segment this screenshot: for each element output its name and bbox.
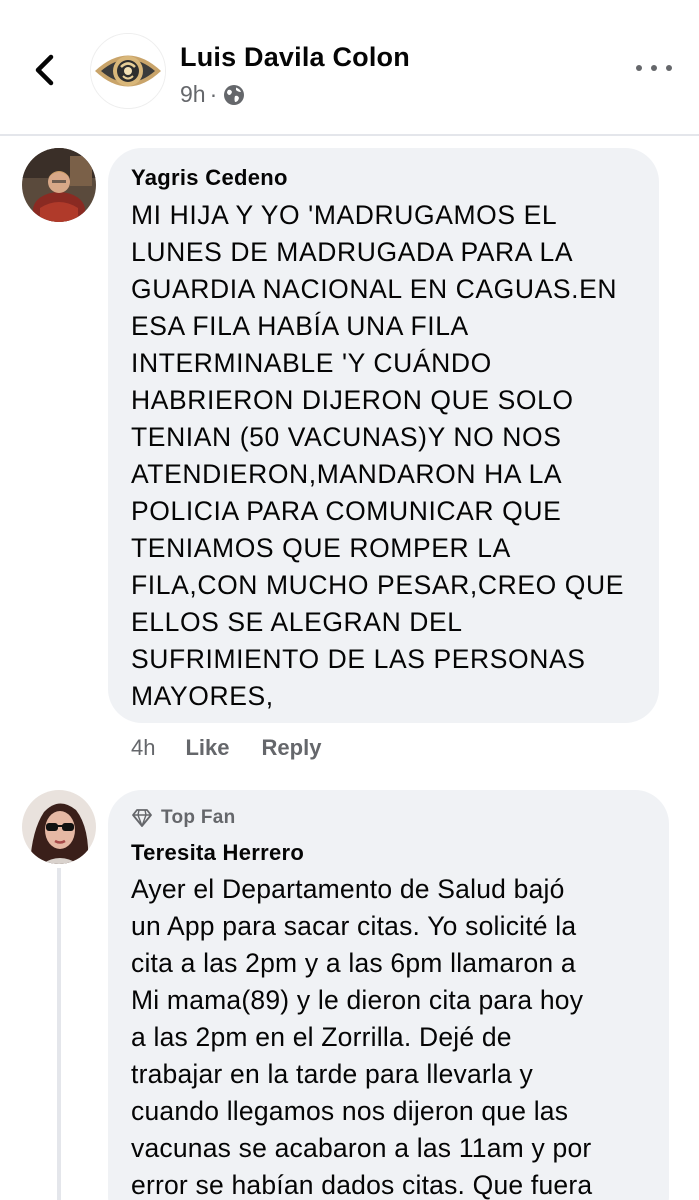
post-header: Luis Davila Colon 9h ·: [0, 0, 699, 134]
avatar-yagris-cedeno[interactable]: [22, 148, 96, 222]
top-fan-label: Top Fan: [161, 807, 236, 828]
comment-author[interactable]: Teresita Herrero: [131, 840, 304, 866]
more-dot: [651, 65, 657, 71]
more-dot: [636, 65, 642, 71]
top-fan-badge: Top Fan: [131, 807, 236, 829]
like-button[interactable]: Like: [185, 735, 229, 761]
reply-thread-line: [57, 868, 61, 1200]
post-meta: 9h ·: [180, 81, 245, 108]
meta-separator: ·: [209, 81, 218, 107]
comment-timestamp[interactable]: 4h: [131, 735, 155, 761]
more-options-button[interactable]: [636, 56, 672, 80]
post-timestamp[interactable]: 9h: [180, 81, 206, 108]
profile-photo: [22, 790, 96, 864]
page-logo[interactable]: [90, 33, 166, 109]
avatar-teresita-herrero[interactable]: [22, 790, 96, 864]
reply-button[interactable]: Reply: [262, 735, 322, 761]
header-divider: [0, 134, 699, 136]
diamond-icon: [131, 808, 153, 828]
comment-author[interactable]: Yagris Cedeno: [131, 165, 288, 191]
more-dot: [666, 65, 672, 71]
eye-logo-icon: [91, 34, 165, 108]
chevron-left-icon: [35, 54, 54, 86]
comment-text: Ayer el Departamento de Salud bajó un Ap…: [131, 874, 593, 1200]
profile-photo: [22, 148, 96, 222]
comment-actions: 4h Like Reply: [131, 735, 321, 761]
comments-screen: Luis Davila Colon 9h · Yagris Cedeno MI …: [0, 0, 699, 1200]
back-button[interactable]: [28, 50, 62, 90]
page-name[interactable]: Luis Davila Colon: [180, 42, 410, 73]
comment-text: MI HIJA Y YO 'MADRUGAMOS EL LUNES DE MAD…: [131, 200, 624, 711]
globe-icon[interactable]: [223, 84, 245, 106]
